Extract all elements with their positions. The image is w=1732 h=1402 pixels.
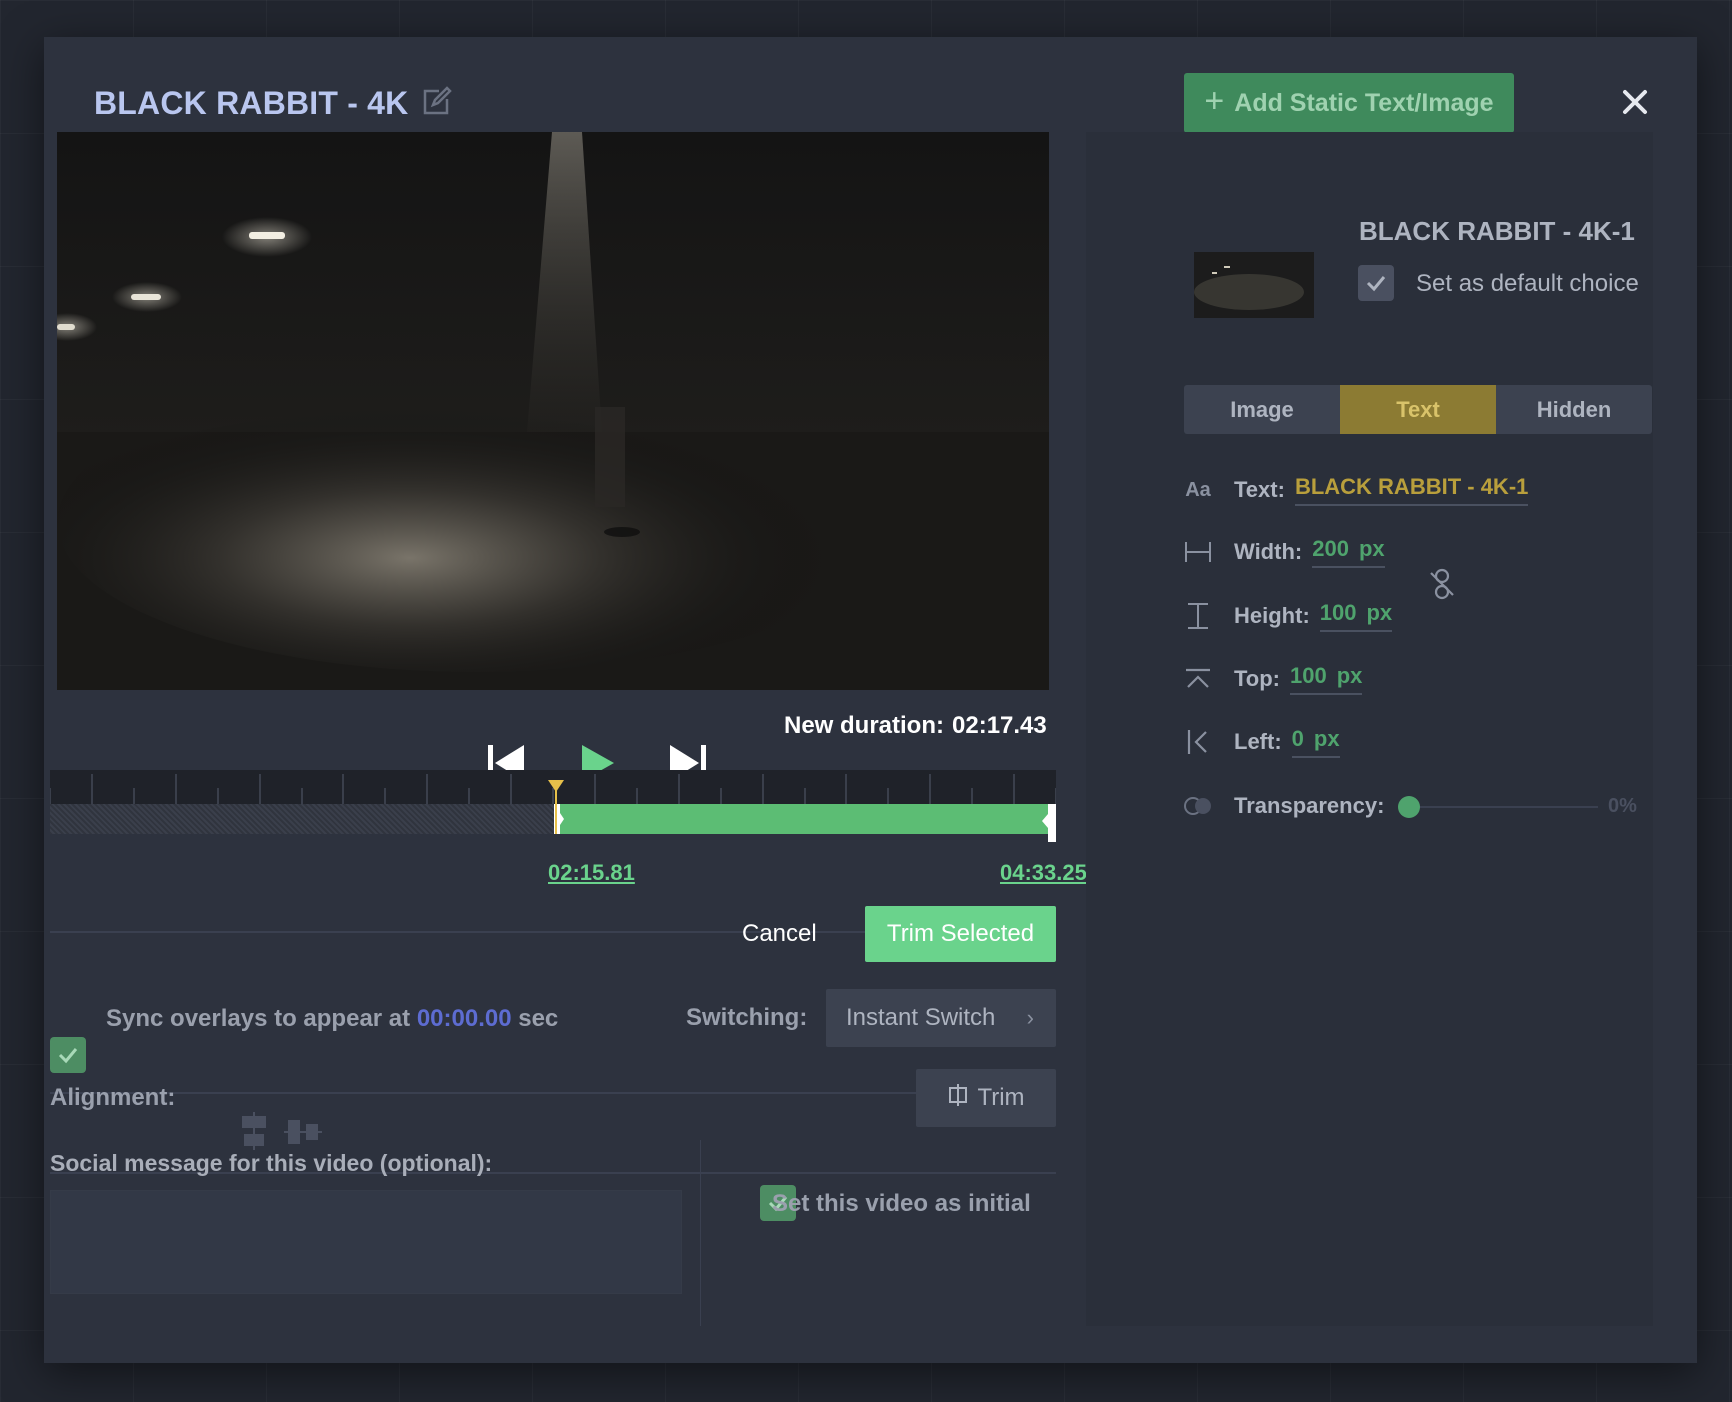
top-label: Top: [1234, 666, 1281, 691]
default-choice-label: Set as default choice [1416, 270, 1639, 297]
sync-overlays-checkbox[interactable] [50, 1037, 86, 1073]
align-left-icon [1184, 728, 1212, 756]
trim-end-handle[interactable] [1042, 804, 1056, 842]
top-unit: px [1336, 663, 1363, 688]
vertical-divider [700, 1140, 701, 1326]
left-label: Left: [1234, 729, 1282, 754]
transparency-slider-handle[interactable] [1398, 796, 1420, 818]
social-message-input[interactable] [50, 1190, 682, 1294]
video-preview[interactable] [57, 132, 1049, 690]
trim-button[interactable]: Trim [916, 1069, 1056, 1127]
height-label: Height: [1234, 603, 1310, 628]
page-title: BLACK RABBIT - 4K [94, 85, 409, 121]
sync-suffix: sec [518, 1005, 559, 1032]
trim-icon [947, 1083, 969, 1114]
switching-value: Instant Switch [846, 1004, 996, 1031]
left-value-input[interactable]: 0 px [1291, 726, 1340, 758]
sync-prefix: Sync overlays to appear at [106, 1005, 411, 1032]
social-message-label: Social message for this video (optional)… [50, 1150, 493, 1176]
height-property: Height: 100 px [1184, 600, 1393, 632]
text-property: Aa Text: BLACK RABBIT - 4K-1 [1184, 474, 1529, 506]
default-choice-checkbox[interactable] [1358, 265, 1394, 301]
left-unit: px [1313, 726, 1340, 751]
text-value-input[interactable]: BLACK RABBIT - 4K-1 [1294, 474, 1529, 506]
top-value: 100 [1290, 663, 1327, 688]
top-value-input[interactable]: 100 px [1290, 663, 1363, 695]
trim-timeline[interactable] [49, 770, 1057, 858]
set-initial-label: Set this video as initial [772, 1190, 1031, 1217]
width-icon [1184, 538, 1212, 566]
trim-selected-button[interactable]: Trim Selected [865, 906, 1056, 962]
cancel-button[interactable]: Cancel [742, 920, 817, 948]
height-unit: px [1366, 600, 1393, 625]
alignment-label: Alignment: [50, 1084, 176, 1111]
width-property: Width: 200 px [1184, 536, 1385, 568]
width-value: 200 [1312, 536, 1349, 561]
add-button-label: Add Static Text/Image [1234, 88, 1494, 117]
new-duration-value: 02:17.43 [952, 712, 1047, 739]
transparency-label: Transparency: [1234, 793, 1385, 818]
overlay-options-panel [1086, 132, 1653, 1326]
tab-text[interactable]: Text [1340, 385, 1496, 434]
trim-start-time[interactable]: 02:15.81 [548, 860, 635, 886]
align-top-icon [1184, 665, 1212, 693]
height-icon [1184, 602, 1212, 630]
close-icon[interactable] [1620, 87, 1650, 117]
overlay-type-tabs: Image Text Hidden [1184, 385, 1652, 434]
playhead-marker[interactable] [547, 780, 565, 834]
sync-time[interactable]: 00:00.00 [417, 1005, 512, 1032]
chevron-right-icon: › [1026, 1005, 1034, 1030]
new-duration-label: New duration: [784, 712, 944, 739]
left-property: Left: 0 px [1184, 726, 1340, 758]
font-icon: Aa [1185, 478, 1211, 501]
tab-hidden[interactable]: Hidden [1496, 385, 1652, 434]
new-duration: New duration: 02:17.43 [784, 712, 1047, 740]
option-thumbnail[interactable] [1194, 252, 1314, 318]
sync-overlays-label: Sync overlays to appear at 00:00.00 sec [106, 1005, 558, 1033]
transparency-value: 0% [1608, 795, 1637, 817]
transparency-property: Transparency: [1184, 792, 1384, 820]
align-horizontal-icon[interactable] [284, 1118, 322, 1151]
align-vertical-icon[interactable] [240, 1112, 268, 1155]
switching-select[interactable]: Instant Switch › [826, 989, 1056, 1047]
add-static-text-image-button[interactable]: + Add Static Text/Image [1184, 73, 1514, 133]
transparency-icon [1184, 792, 1212, 820]
width-unit: px [1358, 536, 1385, 561]
width-label: Width: [1234, 539, 1303, 564]
option-title: BLACK RABBIT - 4K-1 [1359, 216, 1635, 246]
tab-image[interactable]: Image [1184, 385, 1340, 434]
edit-icon[interactable] [419, 85, 453, 119]
text-label: Text: [1234, 477, 1285, 502]
plus-icon: + [1204, 82, 1225, 120]
width-value-input[interactable]: 200 px [1312, 536, 1385, 568]
height-value: 100 [1319, 600, 1357, 625]
divider [50, 1092, 1056, 1094]
top-property: Top: 100 px [1184, 663, 1363, 695]
left-value: 0 [1291, 726, 1304, 751]
check-icon [58, 1048, 78, 1064]
switching-label: Switching: [686, 1004, 808, 1031]
trim-end-time[interactable]: 04:33.25 [1000, 860, 1087, 886]
check-icon [1366, 276, 1386, 292]
height-value-input[interactable]: 100 px [1319, 600, 1393, 632]
timeline-selection[interactable] [556, 804, 1056, 834]
transparency-slider-track[interactable] [1408, 806, 1598, 808]
trim-button-label: Trim [977, 1084, 1025, 1111]
unlink-aspect-icon[interactable] [1428, 568, 1456, 600]
